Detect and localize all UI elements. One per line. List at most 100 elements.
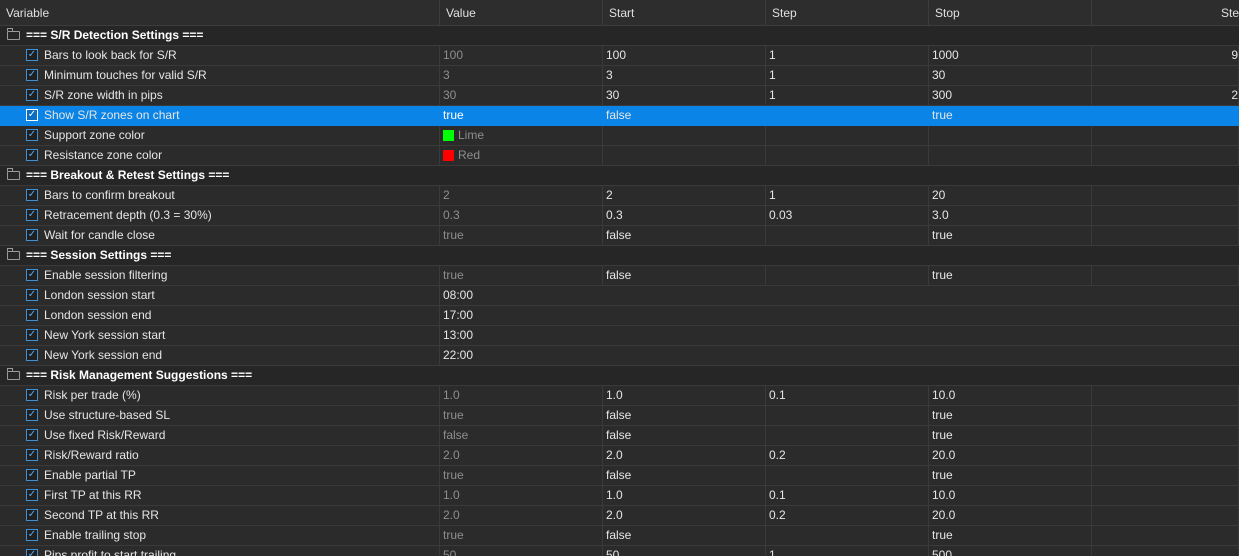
- table-row[interactable]: ✓ Second TP at this RR 2.0 2.0 0.2 20.0: [0, 506, 1239, 526]
- table-row[interactable]: ✓ Retracement depth (0.3 = 30%) 0.3 0.3 0…: [0, 206, 1239, 226]
- checkbox[interactable]: ✓: [26, 49, 38, 61]
- checkbox[interactable]: ✓: [26, 329, 38, 341]
- step-max-cell[interactable]: [1092, 506, 1239, 525]
- column-header-stop[interactable]: Stop: [929, 0, 1092, 25]
- group-header-session[interactable]: === Session Settings ===: [0, 246, 1239, 266]
- value-cell[interactable]: 17:00: [440, 306, 1239, 325]
- table-row[interactable]: ✓ Use structure-based SL true false true: [0, 406, 1239, 426]
- column-header-value[interactable]: Value: [440, 0, 603, 25]
- stop-cell[interactable]: 10.0: [929, 486, 1092, 505]
- value-cell[interactable]: 3: [440, 66, 603, 85]
- step-cell[interactable]: 0.2: [766, 506, 929, 525]
- start-cell[interactable]: [603, 146, 766, 165]
- table-row[interactable]: ✓ Bars to confirm breakout 2 2 1 20: [0, 186, 1239, 206]
- checkbox[interactable]: ✓: [26, 89, 38, 101]
- value-cell[interactable]: 2: [440, 186, 603, 205]
- value-cell[interactable]: 1.0: [440, 486, 603, 505]
- value-cell[interactable]: 22:00: [440, 346, 1239, 365]
- checkbox[interactable]: ✓: [26, 409, 38, 421]
- step-cell[interactable]: 1: [766, 186, 929, 205]
- stop-cell[interactable]: true: [929, 466, 1092, 485]
- step-cell[interactable]: 1: [766, 46, 929, 65]
- table-row[interactable]: ✓ Support zone color Lime: [0, 126, 1239, 146]
- step-max-cell[interactable]: [1092, 206, 1239, 225]
- checkbox[interactable]: ✓: [26, 289, 38, 301]
- step-cell[interactable]: [766, 106, 929, 125]
- stop-cell[interactable]: 1000: [929, 46, 1092, 65]
- step-cell[interactable]: 0.2: [766, 446, 929, 465]
- value-cell[interactable]: Red: [440, 146, 603, 165]
- checkbox[interactable]: ✓: [26, 149, 38, 161]
- value-cell[interactable]: 2.0: [440, 446, 603, 465]
- start-cell[interactable]: 50: [603, 546, 766, 556]
- checkbox[interactable]: ✓: [26, 129, 38, 141]
- step-max-cell[interactable]: [1092, 186, 1239, 205]
- value-cell[interactable]: true: [440, 266, 603, 285]
- checkbox[interactable]: ✓: [26, 229, 38, 241]
- table-row[interactable]: ✓ Bars to look back for S/R 100 100 1 100…: [0, 46, 1239, 66]
- value-cell[interactable]: 0.3: [440, 206, 603, 225]
- value-cell[interactable]: 30: [440, 86, 603, 105]
- start-cell[interactable]: 1.0: [603, 386, 766, 405]
- value-cell[interactable]: 13:00: [440, 326, 1239, 345]
- stop-cell[interactable]: 3.0: [929, 206, 1092, 225]
- step-cell[interactable]: 0.1: [766, 386, 929, 405]
- checkbox[interactable]: ✓: [26, 309, 38, 321]
- checkbox[interactable]: ✓: [26, 189, 38, 201]
- table-row[interactable]: ✓ Risk/Reward ratio 2.0 2.0 0.2 20.0: [0, 446, 1239, 466]
- start-cell[interactable]: false: [603, 406, 766, 425]
- checkbox[interactable]: ✓: [26, 109, 38, 121]
- step-max-cell[interactable]: [1092, 406, 1239, 425]
- table-row[interactable]: ✓ Risk per trade (%) 1.0 1.0 0.1 10.0: [0, 386, 1239, 406]
- stop-cell[interactable]: 20.0: [929, 506, 1092, 525]
- stop-cell[interactable]: true: [929, 226, 1092, 245]
- checkbox[interactable]: ✓: [26, 529, 38, 541]
- stop-cell[interactable]: 30: [929, 66, 1092, 85]
- table-row[interactable]: ✓ Pips profit to start trailing 50 50 1 5…: [0, 546, 1239, 556]
- start-cell[interactable]: 2: [603, 186, 766, 205]
- step-cell[interactable]: [766, 266, 929, 285]
- step-max-cell[interactable]: [1092, 486, 1239, 505]
- table-row[interactable]: ✓ Resistance zone color Red: [0, 146, 1239, 166]
- group-header-risk-management[interactable]: === Risk Management Suggestions ===: [0, 366, 1239, 386]
- step-max-cell[interactable]: [1092, 526, 1239, 545]
- step-cell[interactable]: 1: [766, 86, 929, 105]
- table-row[interactable]: ✓ S/R zone width in pips 30 30 1 300 2: [0, 86, 1239, 106]
- checkbox[interactable]: ✓: [26, 389, 38, 401]
- value-cell[interactable]: true: [440, 226, 603, 245]
- checkbox[interactable]: ✓: [26, 489, 38, 501]
- start-cell[interactable]: false: [603, 106, 766, 125]
- step-cell[interactable]: [766, 426, 929, 445]
- step-cell[interactable]: 0.03: [766, 206, 929, 225]
- value-cell[interactable]: 2.0: [440, 506, 603, 525]
- step-cell[interactable]: [766, 146, 929, 165]
- stop-cell[interactable]: [929, 126, 1092, 145]
- step-cell[interactable]: [766, 226, 929, 245]
- step-max-cell[interactable]: [1092, 446, 1239, 465]
- start-cell[interactable]: [603, 126, 766, 145]
- table-row[interactable]: ✓ Minimum touches for valid S/R 3 3 1 30: [0, 66, 1239, 86]
- stop-cell[interactable]: 20: [929, 186, 1092, 205]
- stop-cell[interactable]: true: [929, 526, 1092, 545]
- group-header-breakout-retest[interactable]: === Breakout & Retest Settings ===: [0, 166, 1239, 186]
- step-max-cell[interactable]: [1092, 466, 1239, 485]
- checkbox[interactable]: ✓: [26, 209, 38, 221]
- step-max-cell[interactable]: 2: [1092, 86, 1239, 105]
- step-cell[interactable]: [766, 126, 929, 145]
- checkbox[interactable]: ✓: [26, 549, 38, 556]
- stop-cell[interactable]: true: [929, 426, 1092, 445]
- value-cell[interactable]: 100: [440, 46, 603, 65]
- table-row[interactable]: ✓ London session start 08:00: [0, 286, 1239, 306]
- stop-cell[interactable]: 20.0: [929, 446, 1092, 465]
- step-cell[interactable]: [766, 406, 929, 425]
- step-cell[interactable]: [766, 526, 929, 545]
- table-row[interactable]: ✓ Enable partial TP true false true: [0, 466, 1239, 486]
- table-row[interactable]: ✓ Use fixed Risk/Reward false false true: [0, 426, 1239, 446]
- value-cell[interactable]: false: [440, 426, 603, 445]
- table-row[interactable]: ✓ New York session start 13:00: [0, 326, 1239, 346]
- step-cell[interactable]: [766, 466, 929, 485]
- value-cell[interactable]: 08:00: [440, 286, 1239, 305]
- table-row[interactable]: ✓ Enable trailing stop true false true: [0, 526, 1239, 546]
- checkbox[interactable]: ✓: [26, 429, 38, 441]
- stop-cell[interactable]: true: [929, 406, 1092, 425]
